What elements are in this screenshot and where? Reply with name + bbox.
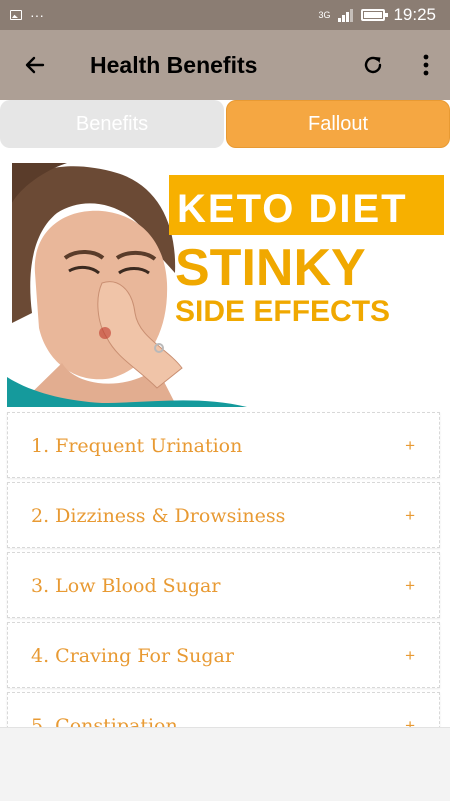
gallery-notification-icon xyxy=(10,10,22,20)
list-item-label: 4. Craving For Sugar xyxy=(31,645,234,667)
list-item-label: 2. Dizziness & Drowsiness xyxy=(31,505,286,527)
status-left: ··· xyxy=(10,7,44,23)
back-button[interactable] xyxy=(20,50,50,80)
list-item[interactable]: 4. Craving For Sugar + xyxy=(7,622,440,688)
tab-bar: Benefits Fallout xyxy=(0,100,450,150)
network-type: 3G xyxy=(318,9,331,20)
battery-icon xyxy=(361,9,389,21)
banner-line-3: SIDE EFFECTS xyxy=(175,295,390,328)
status-time: 19:25 xyxy=(393,5,436,24)
arrow-left-icon xyxy=(25,56,45,74)
more-vert-icon xyxy=(423,54,429,76)
status-bar: ··· 3G 19:25 xyxy=(0,0,450,30)
list-item[interactable]: 2. Dizziness & Drowsiness + xyxy=(7,482,440,548)
refresh-button[interactable] xyxy=(358,50,388,80)
tab-fallout[interactable]: Fallout xyxy=(226,100,450,148)
status-right: 3G 19:25 xyxy=(318,5,436,25)
banner-illustration: KETO DIET STINKY SIDE EFFECTS xyxy=(7,163,444,407)
refresh-icon xyxy=(364,56,382,74)
tab-benefits[interactable]: Benefits xyxy=(0,100,224,148)
expand-plus-icon[interactable]: + xyxy=(405,483,415,549)
status-more-dots: ··· xyxy=(30,7,44,23)
side-effects-list: 1. Frequent Urination + 2. Dizziness & D… xyxy=(7,412,440,762)
expand-plus-icon[interactable]: + xyxy=(405,623,415,689)
banner-line-1: KETO DIET xyxy=(177,187,408,231)
list-item-label: 3. Low Blood Sugar xyxy=(31,575,221,597)
more-options-button[interactable] xyxy=(416,50,436,80)
expand-plus-icon[interactable]: + xyxy=(405,553,415,619)
signal-icon xyxy=(338,8,354,22)
keto-banner-image: KETO DIET STINKY SIDE EFFECTS xyxy=(7,163,444,407)
expand-plus-icon[interactable]: + xyxy=(405,413,415,479)
page-title: Health Benefits xyxy=(90,52,258,78)
bottom-banner-area xyxy=(0,727,450,801)
list-item[interactable]: 3. Low Blood Sugar + xyxy=(7,552,440,618)
list-item[interactable]: 1. Frequent Urination + xyxy=(7,412,440,478)
banner-line-2: STINKY xyxy=(175,239,366,297)
app-bar: Health Benefits xyxy=(0,30,450,100)
list-item-label: 1. Frequent Urination xyxy=(31,435,243,457)
